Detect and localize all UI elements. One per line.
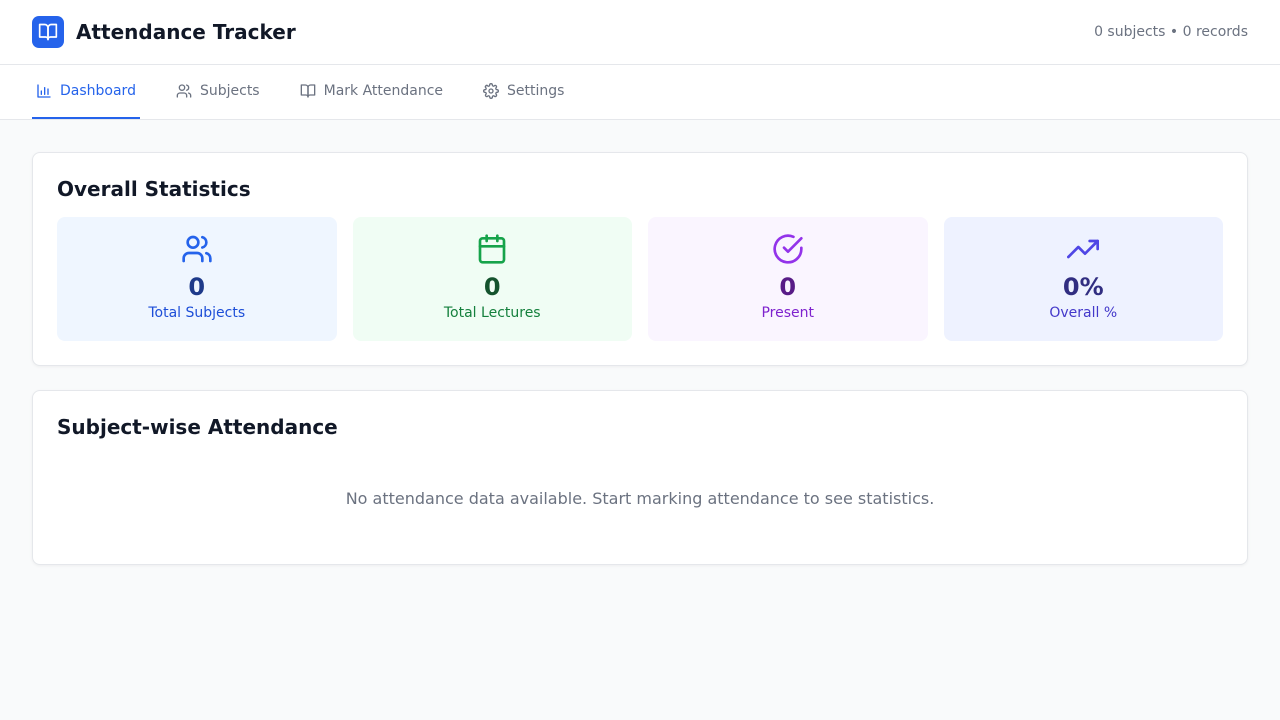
stat-value: 0 [779, 273, 797, 301]
tab-dashboard[interactable]: Dashboard [32, 65, 140, 119]
overall-statistics-card: Overall Statistics 0 Total Subjects 0 To… [32, 152, 1248, 366]
stat-present: 0 Present [648, 217, 928, 341]
calendar-icon [478, 234, 506, 264]
section-title: Overall Statistics [57, 177, 251, 201]
tab-bar: Dashboard Subjects Mark Attendance Setti… [0, 65, 1280, 120]
bar-chart-icon [37, 84, 51, 98]
app-header: Attendance Tracker 0 subjects • 0 record… [0, 0, 1280, 65]
tab-label: Settings [507, 83, 565, 99]
stat-value: 0 [188, 273, 206, 301]
users-icon [182, 235, 212, 263]
stat-total-subjects: 0 Total Subjects [57, 217, 337, 341]
stat-label: Present [761, 305, 815, 321]
tab-settings[interactable]: Settings [479, 65, 568, 119]
brand: Attendance Tracker [32, 16, 296, 48]
stat-label: Overall % [1049, 305, 1118, 321]
users-icon [176, 84, 192, 98]
tab-label: Mark Attendance [323, 83, 444, 99]
subject-wise-attendance-card: Subject-wise Attendance No attendance da… [32, 390, 1248, 565]
stat-overall-percentage: 0% Overall % [943, 217, 1223, 341]
section-title: Subject-wise Attendance [57, 415, 338, 439]
stat-value: 0 [483, 273, 501, 301]
book-open-icon [32, 16, 64, 48]
stat-label: Total Lectures [443, 305, 541, 321]
main-content: Overall Statistics 0 Total Subjects 0 To… [0, 120, 1280, 597]
tab-mark-attendance[interactable]: Mark Attendance [296, 65, 447, 119]
tab-subjects[interactable]: Subjects [172, 65, 264, 119]
trending-up-icon [1067, 239, 1100, 259]
tab-label: Subjects [199, 83, 260, 99]
stat-label: Total Subjects [148, 305, 246, 321]
stats-grid: 0 Total Subjects 0 Total Lectures 0 Pres… [57, 217, 1223, 341]
records-summary: 0 subjects • 0 records [1094, 24, 1248, 40]
stat-total-lectures: 0 Total Lectures [352, 217, 632, 341]
stat-value: 0% [1062, 273, 1104, 301]
book-open-icon [300, 84, 315, 98]
tab-label: Dashboard [60, 83, 136, 99]
gear-icon [483, 83, 499, 99]
app-title: Attendance Tracker [76, 20, 296, 44]
check-circle-icon [773, 234, 803, 264]
empty-state-message: No attendance data available. Start mark… [345, 489, 935, 508]
